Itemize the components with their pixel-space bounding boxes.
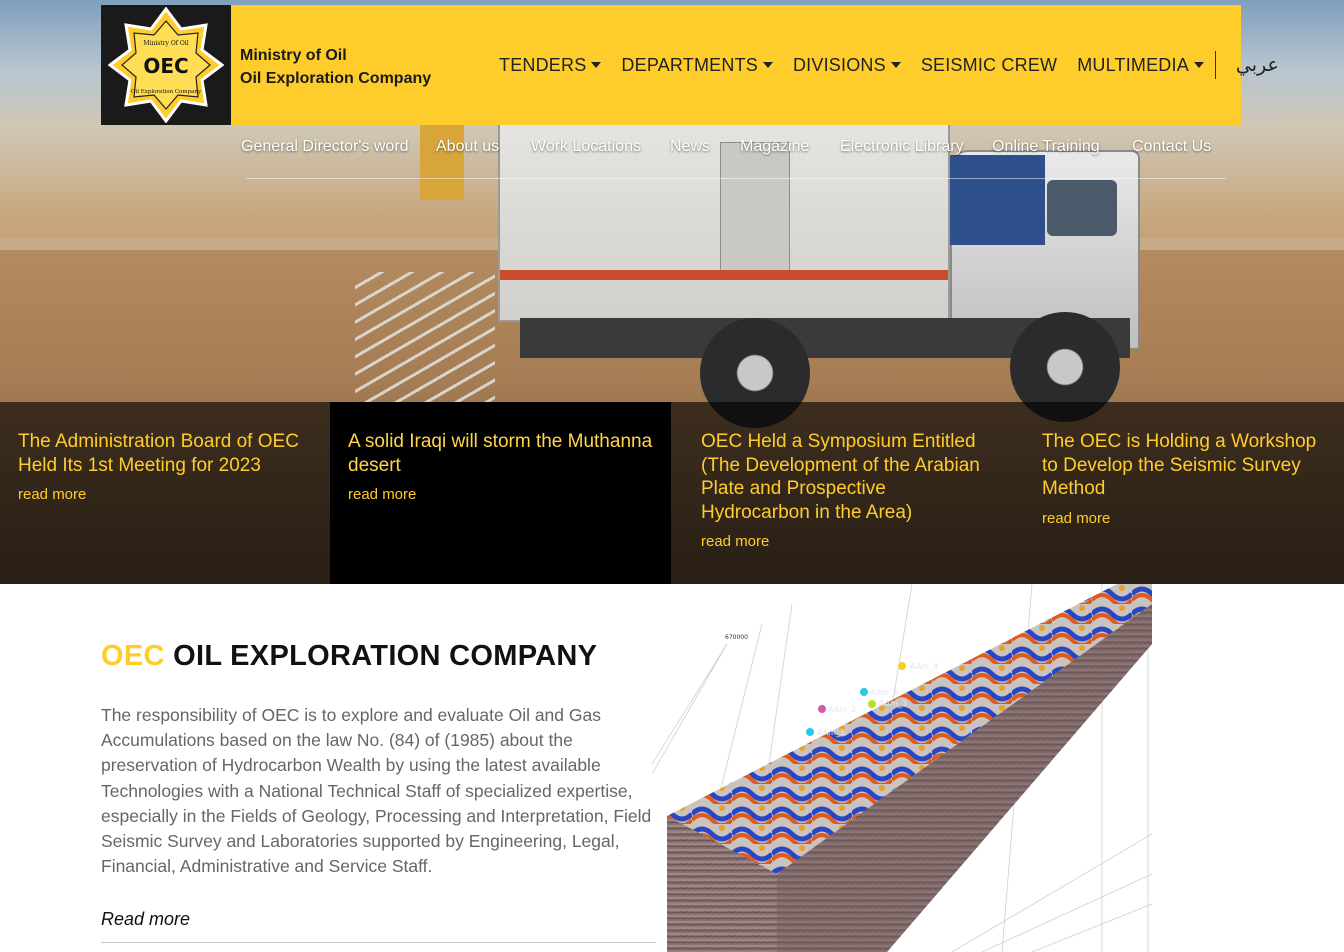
seismic-cube-image: AAm_4 AAm_1 AAm_3 AAm_2 AAm_5 670000 xyxy=(652,584,1152,952)
seismic-cube-graphic: AAm_4 AAm_1 AAm_3 AAm_2 AAm_5 670000 xyxy=(652,584,1152,952)
axis-label: 670000 xyxy=(725,634,748,641)
logo[interactable]: Ministry Of Oil OEC Oil Exploration Comp… xyxy=(101,5,231,125)
well-label: AAm_1 xyxy=(870,688,898,697)
svg-text:Ministry Of Oil: Ministry Of Oil xyxy=(143,40,188,47)
news-title[interactable]: A solid Iraqi will storm the Muthanna de… xyxy=(348,430,653,477)
well-marker xyxy=(860,688,868,696)
nav-tenders-label: TENDERS xyxy=(499,54,587,75)
subnav-electronic-library[interactable]: Electronic Library xyxy=(840,138,964,156)
about-heading: OEC OIL EXPLORATION COMPANY xyxy=(101,640,597,673)
nav-divisions-label: DIVISIONS xyxy=(792,54,886,75)
about-description: The responsibility of OEC is to explore … xyxy=(101,705,652,877)
well-label: AAm_4 xyxy=(910,662,938,671)
sub-nav: General Director's word About us Work Lo… xyxy=(241,138,1226,179)
svg-text:OEC: OEC xyxy=(143,54,188,78)
oec-logo-icon: Ministry Of Oil OEC Oil Exploration Comp… xyxy=(107,6,225,124)
brand-line-ministry: Ministry of Oil xyxy=(240,47,347,64)
truck-ladder xyxy=(355,272,495,407)
subnav-magazine[interactable]: Magazine xyxy=(740,138,809,156)
well-marker xyxy=(806,728,814,736)
well-marker xyxy=(898,662,906,670)
subnav-contact-us[interactable]: Contact Us xyxy=(1132,138,1211,156)
subnav-work-locations[interactable]: Work Locations xyxy=(531,138,641,156)
about-heading-rest: OIL EXPLORATION COMPANY xyxy=(164,640,598,672)
nav-seismic-crew[interactable]: SEISMIC CREW xyxy=(921,55,1057,76)
main-nav: TENDERS DEPARTMENTS DIVISIONS SEISMIC CR… xyxy=(499,50,1279,80)
news-read-more-link[interactable]: read more xyxy=(18,486,86,503)
nav-divider xyxy=(1214,51,1216,79)
news-title[interactable]: The OEC is Holding a Workshop to Develop… xyxy=(1042,430,1326,501)
nav-multimedia[interactable]: MULTIMEDIA xyxy=(1077,55,1204,76)
news-read-more-link[interactable]: read more xyxy=(1042,510,1110,527)
well-label: AAm_3 xyxy=(879,699,907,708)
chevron-down-icon xyxy=(890,62,901,68)
news-card[interactable]: The Administration Board of OEC Held Its… xyxy=(0,402,330,584)
nav-departments[interactable]: DEPARTMENTS xyxy=(621,55,773,76)
news-title[interactable]: The Administration Board of OEC Held Its… xyxy=(18,430,312,477)
chevron-down-icon xyxy=(591,62,602,68)
about-read-more-link[interactable]: Read more xyxy=(101,909,656,943)
well-label: AAm_2 xyxy=(828,705,856,714)
news-read-more-link[interactable]: read more xyxy=(348,486,416,503)
brand-name[interactable]: Ministry of Oil Oil Exploration Company xyxy=(240,44,431,90)
news-card-active[interactable]: A solid Iraqi will storm the Muthanna de… xyxy=(330,402,671,584)
nav-tenders[interactable]: TENDERS xyxy=(499,54,602,76)
truck-recorder-box xyxy=(498,100,950,322)
svg-text:Oil Exploration Company: Oil Exploration Company xyxy=(131,89,202,95)
well-label: AAm_5 xyxy=(817,728,845,737)
language-switch[interactable]: عربي xyxy=(1236,54,1279,76)
well-marker xyxy=(818,705,826,713)
news-title[interactable]: OEC Held a Symposium Entitled (The Devel… xyxy=(701,430,995,524)
subnav-about-us[interactable]: About us xyxy=(436,138,499,156)
news-card[interactable]: The OEC is Holding a Workshop to Develop… xyxy=(1024,402,1344,584)
nav-multimedia-label: MULTIMEDIA xyxy=(1077,54,1189,75)
about-heading-accent: OEC xyxy=(101,640,165,672)
truck-stripe xyxy=(500,270,948,280)
subnav-general-director[interactable]: General Director's word xyxy=(241,138,409,156)
brand-line-company: Oil Exploration Company xyxy=(240,70,432,87)
news-card[interactable]: OEC Held a Symposium Entitled (The Devel… xyxy=(683,402,1013,584)
chevron-down-icon xyxy=(1193,62,1204,68)
subnav-news[interactable]: News xyxy=(670,138,710,156)
truck-window xyxy=(1047,180,1117,236)
subnav-online-training[interactable]: Online Training xyxy=(992,138,1100,156)
nav-divisions[interactable]: DIVISIONS xyxy=(793,55,901,76)
well-marker xyxy=(868,700,876,708)
chevron-down-icon xyxy=(762,62,773,68)
news-read-more-link[interactable]: read more xyxy=(701,533,769,550)
nav-seismic-crew-label: SEISMIC CREW xyxy=(920,54,1058,75)
nav-departments-label: DEPARTMENTS xyxy=(621,54,758,75)
